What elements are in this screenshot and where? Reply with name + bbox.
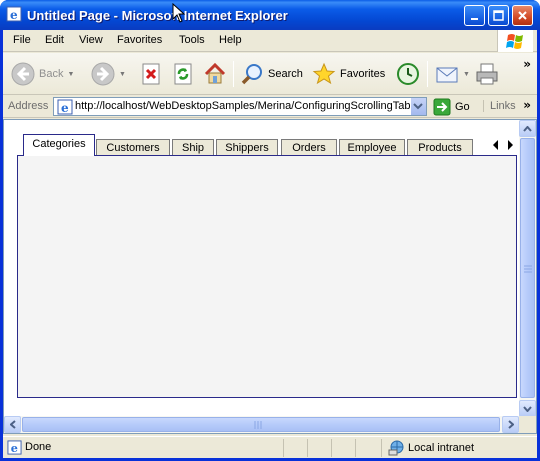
browser-frame: File Edit View Favorites Tools Help Back… (3, 30, 537, 458)
svg-text:e: e (10, 8, 18, 22)
grip-icon (254, 421, 262, 429)
star-icon (312, 62, 336, 85)
search-icon (241, 64, 262, 85)
tab-categories[interactable]: Categories (23, 134, 95, 156)
window-title: Untitled Page - Microsoft Internet Explo… (27, 8, 288, 23)
minimize-button[interactable] (464, 5, 485, 26)
home-icon (204, 62, 226, 84)
chevron-right-icon (507, 420, 514, 429)
search-button[interactable]: Search (240, 59, 303, 89)
title-bar[interactable]: e Untitled Page - Microsoft Internet Exp… (0, 0, 540, 30)
close-button[interactable] (512, 5, 533, 26)
scroll-right-button[interactable] (502, 416, 519, 433)
stop-icon (142, 63, 160, 85)
refresh-icon (174, 63, 192, 85)
globe-network-icon (388, 440, 404, 456)
forward-arrow-icon (91, 62, 115, 86)
status-text: Done (25, 441, 52, 453)
ie-icon: e (6, 6, 22, 22)
browser-window: e Untitled Page - Microsoft Internet Exp… (0, 0, 540, 461)
standard-toolbar: Back ▼ ▼ Search Favorites ▼ » (3, 53, 537, 95)
back-dropdown-icon[interactable]: ▼ (67, 71, 74, 78)
scroll-down-button[interactable] (519, 400, 536, 417)
windows-logo-icon (497, 30, 533, 52)
vertical-scroll-thumb[interactable] (520, 138, 535, 398)
status-divider (307, 439, 308, 457)
scroll-up-button[interactable] (519, 120, 536, 137)
chevron-down-icon (523, 405, 532, 412)
home-button[interactable] (203, 59, 227, 89)
refresh-button[interactable] (173, 59, 193, 89)
status-bar: e Done Local intranet (3, 436, 537, 458)
back-button[interactable]: Back ▼ (11, 59, 74, 89)
tab-content-panel (17, 155, 517, 398)
status-divider (331, 439, 332, 457)
menu-view[interactable]: View (79, 34, 103, 46)
tab-ship[interactable]: Ship (172, 139, 214, 155)
svg-text:e: e (61, 101, 69, 115)
history-clock-icon (397, 63, 419, 85)
address-label: Address (8, 100, 49, 112)
vertical-scrollbar[interactable] (519, 120, 536, 417)
mail-icon (436, 67, 458, 83)
close-icon (518, 11, 527, 20)
toolbar-overflow-chevron-icon[interactable]: » (523, 57, 531, 71)
print-button[interactable] (475, 59, 499, 89)
security-zone[interactable]: Local intranet (381, 439, 474, 457)
menu-tools[interactable]: Tools (179, 34, 205, 46)
address-bar: Address e http://localhost/WebDesktopSam… (3, 96, 537, 118)
status-divider (283, 439, 284, 457)
menu-file[interactable]: File (13, 34, 31, 46)
address-url[interactable]: http://localhost/WebDesktopSamples/Merin… (75, 100, 410, 112)
tab-orders[interactable]: Orders (281, 139, 337, 155)
go-button[interactable]: Go (433, 97, 470, 117)
chevron-down-icon (413, 103, 423, 110)
status-divider (355, 439, 356, 457)
tab-shippers[interactable]: Shippers (216, 139, 278, 155)
forward-button[interactable]: ▼ (91, 59, 126, 89)
go-arrow-icon (433, 98, 451, 116)
tab-scroll-left-icon[interactable] (492, 140, 500, 150)
page-done-icon: e (7, 440, 22, 455)
chevron-up-icon (523, 125, 532, 132)
page-viewport: Categories Customers Ship Shippers Order… (3, 119, 537, 434)
address-dropdown-button[interactable] (410, 98, 426, 115)
printer-icon (476, 63, 498, 85)
forward-dropdown-icon[interactable]: ▼ (119, 71, 126, 78)
grip-icon (524, 265, 532, 273)
history-button[interactable] (396, 59, 420, 89)
svg-text:e: e (11, 441, 18, 455)
menu-bar: File Edit View Favorites Tools Help (3, 30, 537, 52)
tab-employee[interactable]: Employee (339, 139, 405, 155)
horizontal-scrollbar[interactable] (4, 416, 519, 433)
menu-edit[interactable]: Edit (45, 34, 64, 46)
scroll-left-button[interactable] (4, 416, 21, 433)
tab-products[interactable]: Products (407, 139, 473, 155)
scrollbar-corner (519, 416, 536, 433)
address-field[interactable]: e http://localhost/WebDesktopSamples/Mer… (53, 97, 427, 116)
menu-help[interactable]: Help (219, 34, 242, 46)
mail-dropdown-icon[interactable]: ▼ (463, 71, 470, 78)
favorites-button[interactable]: Favorites (312, 59, 385, 89)
mail-button[interactable]: ▼ (435, 59, 470, 89)
scrolling-tab-bar: Categories Customers Ship Shippers Order… (17, 134, 517, 398)
tab-customers[interactable]: Customers (96, 139, 170, 155)
maximize-icon (493, 10, 504, 21)
links-toolbar[interactable]: Links (483, 100, 516, 112)
stop-button[interactable] (141, 59, 161, 89)
mouse-cursor-icon (172, 3, 186, 23)
tab-scroll-right-icon[interactable] (506, 140, 514, 150)
maximize-button[interactable] (488, 5, 509, 26)
menu-favorites[interactable]: Favorites (117, 34, 162, 46)
page-icon: e (57, 99, 73, 115)
horizontal-scroll-thumb[interactable] (22, 417, 500, 432)
back-arrow-icon (11, 62, 35, 86)
toolbar-separator (233, 61, 234, 87)
minimize-icon (470, 17, 478, 20)
chevron-left-icon (9, 420, 16, 429)
links-overflow-chevron-icon[interactable]: » (523, 98, 531, 112)
toolbar-separator (427, 61, 428, 87)
